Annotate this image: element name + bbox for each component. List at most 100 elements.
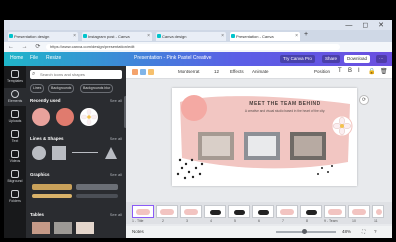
window-controls[interactable]: — ◻ ✕ (345, 21, 388, 29)
page-label: 11 (374, 219, 378, 223)
section-title: Lines & Shapes (30, 136, 64, 141)
rail-label: Videos (9, 159, 21, 163)
canva-favicon-icon (9, 34, 13, 38)
page-thumbnail[interactable] (348, 205, 370, 218)
browser-tab[interactable]: Instagram post - Canva × (82, 32, 152, 41)
brush-stroke-thumb[interactable] (32, 194, 72, 198)
canva-favicon-icon (231, 34, 235, 38)
resize-menu[interactable]: Resize (46, 55, 61, 61)
page-thumbnail[interactable] (156, 205, 178, 218)
search-input[interactable] (40, 71, 120, 78)
see-all-link[interactable]: See all (110, 136, 122, 141)
triangle-shape-thumb[interactable] (104, 146, 118, 160)
rail-item-videos[interactable]: Videos (4, 148, 26, 166)
upgrade-button[interactable]: Try Canva Pro (280, 55, 315, 63)
chip[interactable]: Backgrounds blur (80, 84, 114, 93)
brush-stroke-thumb[interactable] (76, 194, 118, 198)
refresh-icon[interactable]: ⟳ (359, 95, 369, 105)
rail-item-folders[interactable]: Folders (4, 188, 26, 206)
slide-subtitle[interactable]: A creative and visual studio based in th… (226, 109, 344, 113)
see-all-link[interactable]: See all (110, 172, 122, 177)
position-button[interactable]: Position (314, 69, 330, 74)
page-label: 10 (352, 219, 356, 223)
help-icon[interactable]: ? (374, 229, 377, 234)
element-thumb[interactable] (56, 108, 74, 126)
search-icon: ⌕ (32, 71, 36, 77)
color-swatch[interactable] (132, 69, 138, 75)
bold-icon[interactable]: B (348, 68, 352, 74)
page-thumbnail[interactable] (204, 205, 226, 218)
page-label: 4 (210, 219, 212, 223)
browser-tab[interactable]: Canva design × (156, 32, 226, 41)
zoom-level[interactable]: 48% (342, 229, 351, 234)
page-label: 5 (234, 219, 236, 223)
rail-item-templates[interactable]: Templates (4, 68, 26, 86)
see-all-link[interactable]: See all (110, 212, 122, 217)
page-thumbnail[interactable] (132, 205, 154, 218)
browser-tab-active[interactable]: Presentation - Canva × (230, 32, 300, 41)
filter-chips: Lines Backgrounds Backgrounds blur (30, 84, 126, 93)
document-title[interactable]: Presentation - Pink Pastel Creative (134, 55, 212, 61)
rail-item-text[interactable]: Text (4, 128, 26, 146)
file-menu[interactable]: File (30, 55, 38, 61)
text-color-icon[interactable]: T (338, 68, 342, 74)
italic-icon[interactable]: I (358, 68, 360, 74)
canva-favicon-icon (83, 34, 87, 38)
table-thumb[interactable] (54, 222, 72, 234)
chip[interactable]: Lines (30, 84, 45, 93)
see-all-link[interactable]: See all (110, 98, 122, 103)
flower-element-thumb[interactable] (80, 108, 98, 126)
brush-stroke-thumb[interactable] (76, 184, 118, 190)
line-shape-thumb[interactable] (72, 152, 98, 153)
notes-button[interactable]: Notes (132, 229, 144, 234)
close-tab-icon[interactable]: × (73, 32, 76, 41)
close-tab-icon[interactable]: × (295, 32, 298, 41)
url-field[interactable]: https://www.canva.com/design/presentatio… (46, 44, 340, 50)
new-tab-icon[interactable]: + (304, 31, 308, 38)
page-label: 6 (258, 219, 260, 223)
zoom-slider-handle[interactable] (302, 229, 308, 234)
page-thumbnail[interactable] (276, 205, 298, 218)
page-thumbnail[interactable] (228, 205, 250, 218)
animate-button[interactable]: Animate (252, 69, 269, 74)
element-thumb[interactable] (32, 108, 50, 126)
more-menu-icon[interactable]: ⋯ (376, 55, 387, 63)
back-forward-reload-icon[interactable]: ← → ⟳ (8, 43, 43, 50)
page-thumbnail[interactable] (300, 205, 322, 218)
section-title: Recently used (30, 98, 61, 103)
fullscreen-icon[interactable]: ⛶ (362, 229, 365, 234)
editor-toolbar: Montserrat 12 Effects Animate Position T… (126, 66, 392, 79)
chip[interactable]: Backgrounds (48, 84, 75, 93)
delete-icon[interactable]: 🗑 (380, 68, 388, 75)
close-tab-icon[interactable]: × (147, 32, 150, 41)
rail-item-elements[interactable]: Elements (4, 88, 26, 106)
brush-stroke-thumb[interactable] (32, 184, 72, 190)
table-thumb[interactable] (76, 222, 94, 234)
color-swatch[interactable] (148, 69, 154, 75)
screen: — ◻ ✕ Presentation design × Instagram po… (0, 0, 396, 242)
font-selector[interactable]: Montserrat (178, 69, 200, 74)
effects-button[interactable]: Effects (230, 69, 244, 74)
color-swatch[interactable] (140, 69, 146, 75)
flower-icon (80, 108, 98, 126)
table-thumb[interactable] (32, 222, 50, 234)
search-box[interactable]: ⌕ (30, 70, 122, 79)
browser-tab[interactable]: Presentation design × (8, 32, 78, 41)
rail-item-background[interactable]: Bkground (4, 168, 26, 186)
slide-title[interactable]: MEET THE TEAM BEHIND (230, 101, 340, 107)
square-shape-thumb[interactable] (52, 146, 66, 160)
slide-canvas[interactable]: MEET THE TEAM BEHIND A creative and visu… (172, 88, 357, 186)
circle-shape-thumb[interactable] (32, 146, 46, 160)
page-thumbnail[interactable] (372, 205, 384, 218)
page-thumbnail[interactable] (180, 205, 202, 218)
download-button[interactable]: Download (344, 55, 371, 63)
side-rail: Templates Elements Uploads Text Videos B… (4, 66, 26, 238)
page-thumbnail[interactable] (252, 205, 274, 218)
close-tab-icon[interactable]: × (221, 32, 224, 41)
font-size-field[interactable]: 12 (214, 69, 219, 74)
rail-item-uploads[interactable]: Uploads (4, 108, 26, 126)
share-button[interactable]: Share (322, 55, 341, 63)
home-link[interactable]: Home (10, 55, 23, 61)
lock-icon[interactable]: 🔒 (368, 68, 375, 75)
page-thumbnail[interactable] (324, 205, 346, 218)
